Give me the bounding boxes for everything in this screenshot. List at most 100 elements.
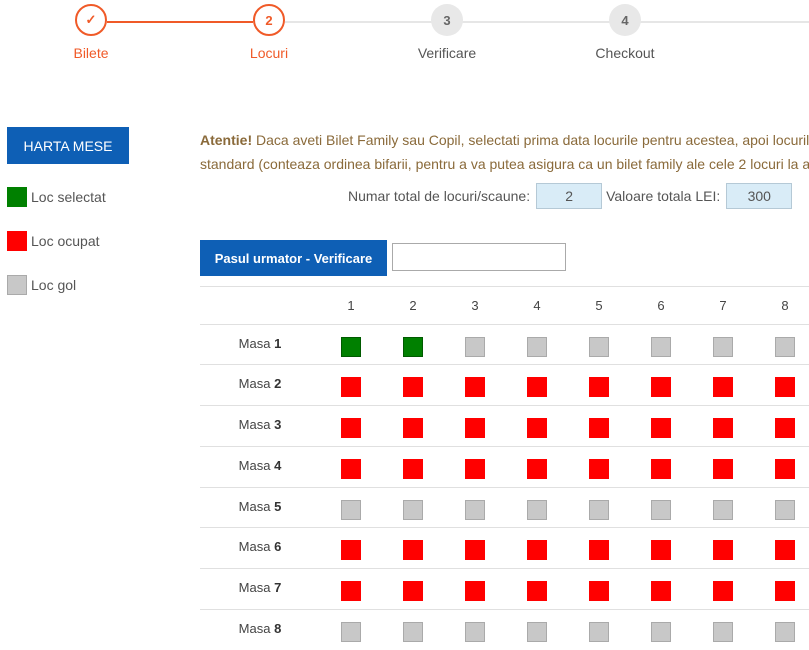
seat-checkbox [775, 540, 795, 560]
seat-checkbox [589, 377, 609, 397]
harta-mese-button[interactable]: HARTA MESE [7, 127, 129, 164]
seat-checkbox[interactable] [403, 337, 423, 357]
seat-checkbox[interactable] [713, 500, 733, 520]
seat-checkbox[interactable] [775, 622, 795, 642]
seat-checkbox[interactable] [341, 500, 361, 520]
legend-sel: Loc selectat [7, 187, 106, 207]
notice-line2: standard (conteaza ordinea bifarii, pent… [200, 156, 809, 172]
seat-checkbox [465, 459, 485, 479]
table-label: Masa 6 [200, 539, 320, 554]
seat-checkbox [341, 377, 361, 397]
seat-checkbox [651, 581, 671, 601]
seat-checkbox [775, 459, 795, 479]
table-label: Masa 5 [200, 499, 320, 514]
step-number: 2 [253, 4, 285, 36]
table-number: 3 [274, 417, 282, 432]
seats-total-value: 2 [536, 183, 603, 209]
seat-checkbox [465, 418, 485, 438]
table-number: 4 [274, 458, 282, 473]
step-number: 3 [431, 4, 463, 36]
seat-checkbox[interactable] [465, 622, 485, 642]
seat-checkbox [713, 418, 733, 438]
legend-free: Loc gol [7, 275, 76, 295]
notice-line1: Daca aveti Bilet Family sau Copil, selec… [252, 132, 809, 148]
table-prefix: Masa [238, 417, 271, 432]
table-row: Masa 5 [200, 487, 809, 527]
seat-checkbox[interactable] [403, 500, 423, 520]
next-step-input[interactable] [392, 243, 566, 271]
seat-checkbox [527, 581, 547, 601]
seat-checkbox[interactable] [775, 500, 795, 520]
notice-text: Atentie! Daca aveti Bilet Family sau Cop… [200, 128, 809, 176]
seat-checkbox[interactable] [403, 622, 423, 642]
seat-checkbox [403, 418, 423, 438]
seat-checkbox[interactable] [527, 337, 547, 357]
seat-checkbox[interactable] [527, 500, 547, 520]
seat-checkbox[interactable] [775, 337, 795, 357]
seat-column-header: 1 [347, 298, 355, 313]
table-row: Masa 3 [200, 405, 809, 446]
legend-label: Loc gol [31, 277, 77, 293]
step-label: Verificare [417, 45, 477, 61]
table-row: Masa 7 [200, 568, 809, 609]
legend-label: Loc selectat [31, 189, 106, 205]
seat-checkbox [527, 418, 547, 438]
seats-total-label: Numar total de locuri/scaune: [348, 188, 531, 204]
seat-checkbox [651, 377, 671, 397]
totals-seats: Numar total de locuri/scaune: 2 Valoare … [348, 182, 796, 210]
seat-checkbox[interactable] [651, 500, 671, 520]
seat-checkbox [403, 459, 423, 479]
table-prefix: Masa [238, 539, 271, 554]
seat-checkbox [341, 581, 361, 601]
seat-checkbox [775, 581, 795, 601]
progress-stepper: ✓ Bilete 2 Locuri 3 Verificare 4 Checkout [0, 0, 809, 80]
seat-checkbox[interactable] [589, 622, 609, 642]
seat-checkbox [589, 581, 609, 601]
table-row: Masa 8 [200, 609, 809, 650]
seat-checkbox[interactable] [713, 622, 733, 642]
table-prefix: Masa [238, 580, 271, 595]
seat-checkbox[interactable] [465, 500, 485, 520]
table-number: 2 [274, 376, 282, 391]
seat-checkbox [465, 581, 485, 601]
step-line-todo [285, 21, 809, 23]
table-number: 7 [274, 580, 282, 595]
seat-checkbox[interactable] [341, 337, 361, 357]
table-label: Masa 4 [200, 458, 320, 473]
step-2[interactable]: 2 Locuri [209, 4, 329, 61]
table-number: 5 [274, 499, 282, 514]
seat-checkbox [589, 459, 609, 479]
seat-checkbox [527, 459, 547, 479]
value-total-label: Valoare totala LEI: [606, 188, 721, 204]
seat-column-header: 4 [533, 298, 541, 313]
seat-checkbox[interactable] [527, 622, 547, 642]
table-prefix: Masa [238, 376, 271, 391]
next-step-button[interactable]: Pasul urmator - Verificare [200, 240, 387, 276]
table-row: Masa 2 [200, 364, 809, 405]
legend-swatch [7, 187, 27, 207]
seat-checkbox [403, 377, 423, 397]
table-prefix: Masa [238, 499, 271, 514]
seat-checkbox [341, 540, 361, 560]
table-row: Masa 1 [200, 324, 809, 364]
table-row: Masa 4 [200, 446, 809, 487]
step-4[interactable]: 4 Checkout [565, 4, 685, 61]
step-label: Bilete [73, 45, 109, 61]
step-1[interactable]: ✓ Bilete [31, 4, 151, 61]
seat-checkbox[interactable] [465, 337, 485, 357]
seat-checkbox[interactable] [713, 337, 733, 357]
seat-checkbox [775, 377, 795, 397]
seat-checkbox[interactable] [341, 622, 361, 642]
step-label: Locuri [249, 45, 289, 61]
table-label: Masa 2 [200, 376, 320, 391]
seat-checkbox[interactable] [589, 500, 609, 520]
legend-occ: Loc ocupat [7, 231, 100, 251]
seat-checkbox[interactable] [589, 337, 609, 357]
seat-checkbox[interactable] [651, 337, 671, 357]
seat-column-header: 7 [719, 298, 727, 313]
seat-checkbox[interactable] [651, 622, 671, 642]
table-prefix: Masa [238, 621, 271, 636]
seat-grid: 1 2 3 4 5 6 7 8 Masa 1 Masa 2 Masa 3 Masa 4 Masa 5 Ma… [200, 286, 809, 650]
table-row: Masa 6 [200, 527, 809, 568]
step-3[interactable]: 3 Verificare [387, 4, 507, 61]
